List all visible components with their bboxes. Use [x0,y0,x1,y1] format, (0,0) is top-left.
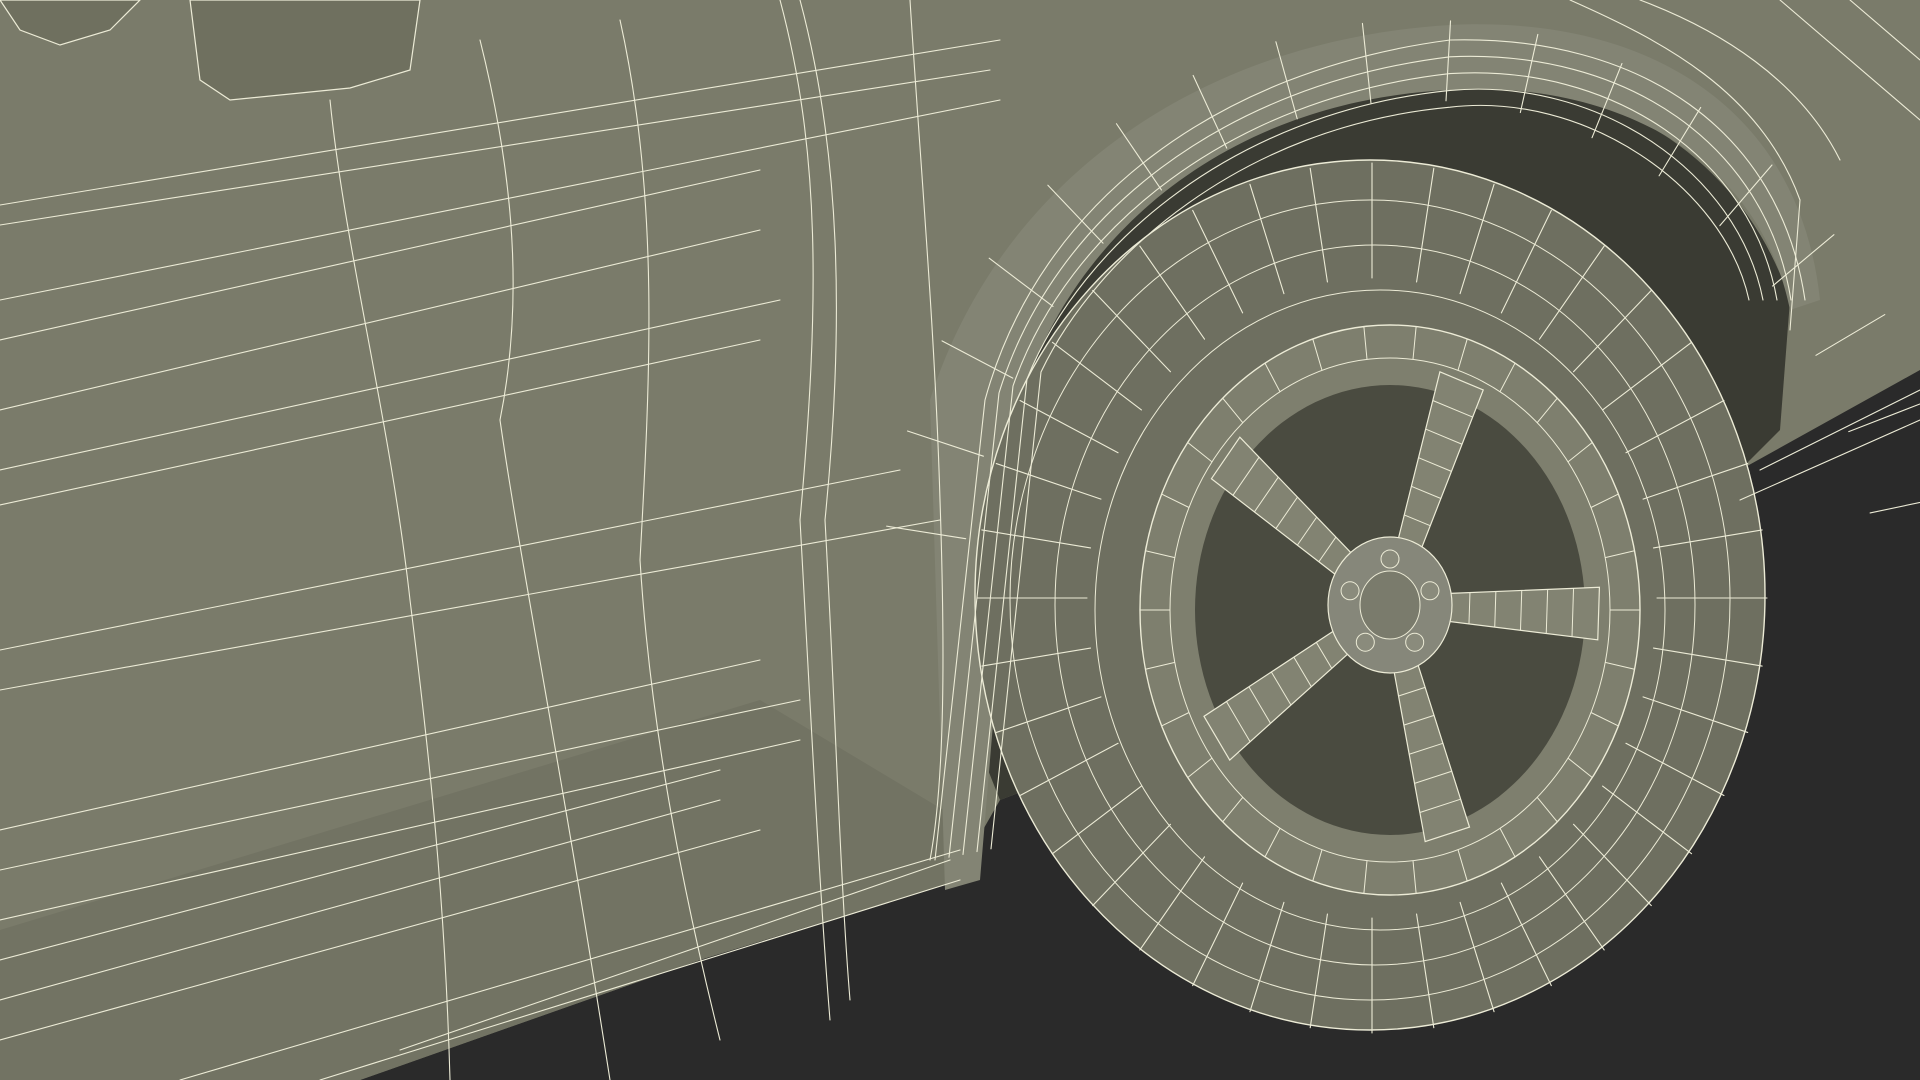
render-viewport [0,0,1920,1080]
wireframe-render [0,0,1920,1080]
lug-nut [1380,549,1400,569]
lug-nut [1405,632,1425,652]
lug-nut [1420,581,1440,601]
lug-nut [1340,581,1360,601]
lug-nut [1355,632,1375,652]
